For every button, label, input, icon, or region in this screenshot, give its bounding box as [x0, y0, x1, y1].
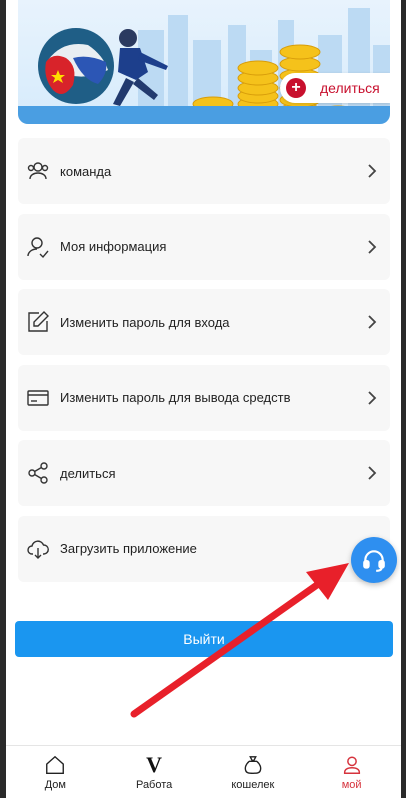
nav-item-wallet[interactable]: кошелек [204, 746, 303, 798]
nav-item-profile[interactable]: мой [302, 746, 401, 798]
nav-item-label: Работа [135, 779, 173, 791]
menu-item-label: Моя информация [60, 239, 167, 254]
device-frame: + делиться команда Моя информация Измени… [0, 0, 406, 798]
banner-share-pill[interactable]: + делиться [280, 73, 390, 103]
menu-item-change-login-password[interactable]: Изменить пароль для входа [18, 289, 390, 355]
cloud-download-icon [24, 535, 52, 563]
chevron-right-icon [368, 466, 377, 480]
chevron-right-icon [368, 164, 377, 178]
banner-water [18, 106, 390, 124]
nav-item-label: мой [341, 779, 362, 791]
profile-icon [341, 753, 363, 777]
user-check-icon [24, 233, 52, 261]
menu-item-download-app[interactable]: Загрузить приложение [18, 515, 390, 582]
logout-button[interactable]: Выйти [15, 621, 393, 657]
banner-share-label: делиться [320, 80, 380, 96]
team-icon [24, 157, 52, 185]
wallet-bag-icon [242, 753, 264, 777]
share-icon [24, 459, 52, 487]
nav-item-label: Дом [44, 779, 66, 791]
menu-item-label: Изменить пароль для входа [60, 314, 230, 330]
menu-item-label: делиться [60, 465, 116, 481]
chevron-right-icon [368, 239, 377, 254]
chevron-right-icon [368, 315, 377, 329]
menu-item-label: Изменить пароль для вывода средств [60, 390, 291, 405]
card-icon [24, 384, 52, 412]
edit-icon [24, 308, 52, 336]
v-icon: V [146, 752, 163, 777]
nav-item-label: кошелек [231, 779, 275, 791]
nav-item-work[interactable]: V Работа [105, 746, 204, 798]
menu-item-change-withdraw-password[interactable]: Изменить пароль для вывода средств [18, 364, 390, 431]
menu-item-my-info[interactable]: Моя информация [18, 213, 390, 280]
promo-banner[interactable]: + делиться [18, 0, 390, 124]
menu-item-label: команда [60, 163, 112, 179]
menu-list: команда Моя информация Изменить пароль д… [18, 138, 390, 591]
bottom-nav: Дом V Работа кошелек мой [6, 745, 401, 798]
menu-item-share[interactable]: делиться [18, 440, 390, 506]
support-button[interactable] [351, 537, 397, 583]
menu-item-label: Загрузить приложение [60, 541, 197, 556]
plus-icon: + [286, 78, 306, 98]
home-icon [44, 753, 66, 777]
chevron-right-icon [368, 390, 377, 405]
headset-icon [363, 550, 385, 572]
app-screen: + делиться команда Моя информация Измени… [6, 0, 401, 798]
nav-item-home[interactable]: Дом [6, 746, 105, 798]
menu-item-team[interactable]: команда [18, 138, 390, 204]
